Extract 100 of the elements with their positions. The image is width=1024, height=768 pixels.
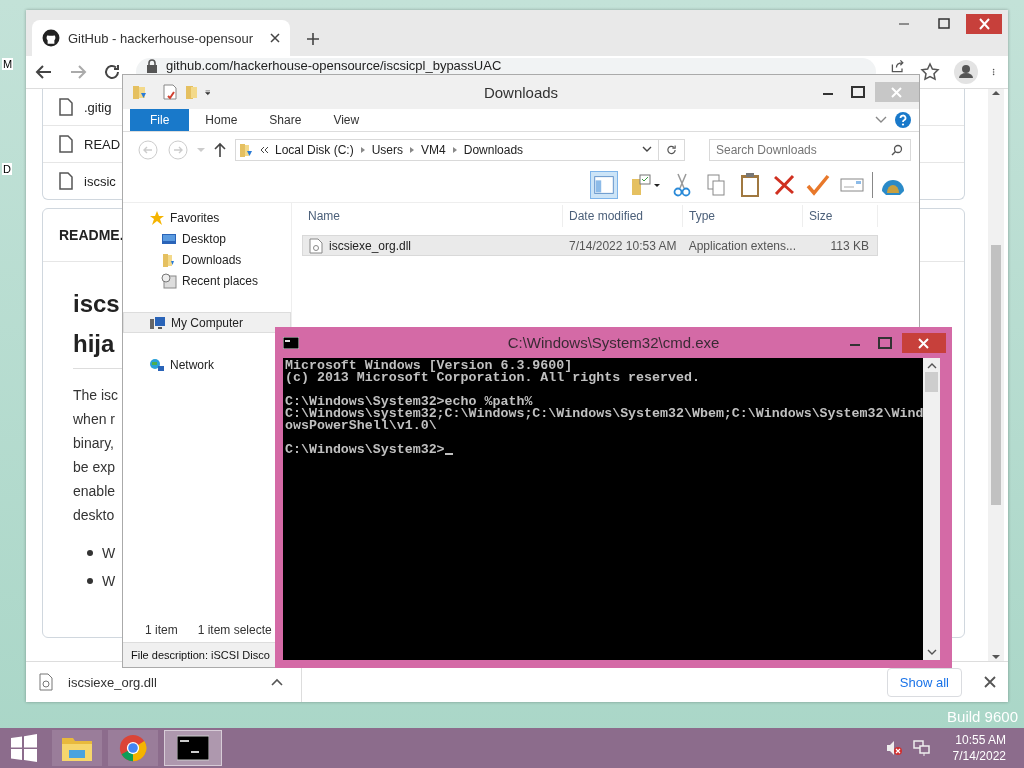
overflow-icon[interactable] — [260, 146, 269, 154]
column-header[interactable]: Size — [803, 205, 878, 227]
console-line: C:\Windows\System32>echo %path% — [285, 394, 533, 409]
network-icon — [149, 356, 165, 373]
search-field[interactable]: Search Downloads — [709, 139, 911, 161]
breadcrumb-item[interactable]: Downloads — [463, 143, 524, 157]
scroll-thumb[interactable] — [925, 372, 938, 392]
search-icon — [891, 144, 903, 156]
start-icon[interactable] — [10, 734, 38, 762]
recent-places-icon — [161, 272, 177, 289]
browser-tab[interactable]: GitHub - hackerhouse-opensour — [32, 20, 290, 56]
caret-icon[interactable] — [270, 678, 283, 686]
ribbon-tab[interactable]: Home — [189, 109, 254, 131]
list-item-text: W — [102, 572, 116, 591]
breadcrumb-arrow-icon[interactable] — [409, 147, 416, 153]
clock[interactable]: 10:55 AM 7/14/2022 — [952, 732, 1006, 764]
scroll-up-icon[interactable] — [926, 362, 937, 370]
column-header[interactable]: Type — [683, 205, 803, 227]
file-name[interactable]: iscsic — [84, 173, 116, 189]
scroll-thumb[interactable] — [991, 245, 1001, 505]
scrollbar[interactable] — [923, 358, 940, 660]
lock-icon — [146, 59, 158, 73]
chevron-icon[interactable] — [875, 116, 887, 124]
breadcrumb-item[interactable]: Users — [371, 143, 404, 157]
console-line: C:\Windows\System32> — [285, 442, 445, 457]
profile-icon[interactable] — [954, 60, 978, 84]
download-file-name[interactable]: iscsiexe_org.dll — [68, 674, 157, 690]
breadcrumb-item[interactable]: Local Disk (C:) — [275, 143, 354, 157]
console-icon — [283, 336, 299, 349]
properties-icon[interactable] — [161, 83, 179, 101]
help-icon[interactable] — [895, 112, 911, 128]
show-all-button[interactable]: Show all — [886, 667, 962, 697]
paragraph-line: deskto — [73, 506, 115, 525]
up-arrow-icon[interactable] — [213, 142, 227, 158]
taskbar-button[interactable] — [164, 730, 222, 766]
cursor-icon — [444, 453, 453, 455]
bullet-icon — [87, 578, 93, 584]
nav-item[interactable]: Network — [123, 354, 214, 375]
folder-icon[interactable] — [131, 83, 149, 101]
scroll-down-icon[interactable] — [992, 653, 1000, 661]
file-icon — [59, 98, 73, 116]
folder-icon — [161, 251, 177, 268]
close-icon[interactable] — [902, 332, 946, 353]
table-cell: 113 KB — [830, 238, 869, 253]
nav-item[interactable]: Favorites — [123, 207, 220, 228]
desktop-icon-label: M — [2, 58, 14, 70]
address-field[interactable]: Local Disk (C:) Users VM4 Downloads — [235, 139, 659, 161]
paragraph-line: The isc — [73, 386, 119, 405]
status-text: 1 item selecte — [197, 623, 272, 637]
new-tab-icon[interactable] — [306, 32, 320, 46]
preview-pane-icon[interactable] — [590, 171, 618, 199]
star-icon[interactable] — [920, 62, 940, 82]
refresh-icon[interactable] — [659, 139, 685, 161]
nav-item[interactable]: Desktop — [123, 228, 227, 249]
file-icon — [38, 673, 54, 691]
file-name[interactable]: READ — [84, 136, 121, 152]
folder-icon — [238, 142, 254, 158]
star-icon — [149, 209, 165, 226]
close-icon[interactable] — [984, 676, 996, 688]
chrome-icon — [117, 734, 149, 762]
breadcrumb-arrow-icon[interactable] — [359, 147, 366, 153]
paragraph-line: when r — [73, 410, 116, 429]
github-icon — [42, 29, 60, 47]
scroll-up-icon[interactable] — [992, 89, 1000, 97]
network-icon[interactable] — [912, 739, 931, 757]
close-icon[interactable] — [270, 33, 280, 43]
nav-item[interactable]: Downloads — [123, 249, 242, 270]
breadcrumb-item[interactable]: VM4 — [421, 143, 446, 157]
nav-item[interactable]: Recent places — [123, 270, 259, 291]
table-cell: Application extens... — [688, 238, 797, 253]
file-name[interactable]: .gitig — [84, 99, 112, 115]
speaker-muted-icon[interactable] — [884, 739, 903, 757]
breadcrumb-arrow-icon[interactable] — [451, 147, 458, 153]
scrollbar[interactable] — [988, 89, 1004, 661]
paragraph-line: binary, — [73, 434, 114, 453]
console-area[interactable] — [283, 358, 923, 660]
table-cell: iscsiexe_org.dll — [329, 238, 412, 253]
bullet-icon — [87, 550, 93, 556]
dll-file-icon — [309, 237, 323, 254]
column-header[interactable]: Date modified — [563, 205, 683, 227]
ribbon-tab[interactable]: Share — [253, 109, 318, 131]
table-cell: 7/14/2022 10:53 AM — [569, 238, 677, 253]
computer-icon — [150, 314, 166, 331]
file-row[interactable]: iscsiexe_org.dll 7/14/2022 10:53 AM Application extens... 113 KB — [302, 235, 878, 256]
close-icon[interactable] — [966, 14, 1002, 34]
scroll-down-icon[interactable] — [926, 648, 937, 656]
reload-icon[interactable] — [102, 62, 122, 82]
paragraph-line: enable — [73, 482, 116, 501]
share-icon[interactable] — [890, 58, 906, 74]
paragraph-line: be exp — [73, 458, 116, 477]
column-header[interactable]: Name — [302, 205, 563, 227]
url-text: github.com/hackerhouse-opensource/iscsicpl_bypassUAC — [166, 59, 502, 73]
nav-item[interactable]: My Computer — [123, 312, 291, 333]
ribbon-tab[interactable]: View — [317, 109, 376, 131]
dropdown-icon[interactable] — [642, 146, 652, 154]
file-description: File description: iSCSI Disco — [131, 649, 270, 661]
list-item-text: W — [102, 544, 116, 563]
ribbon-tab[interactable]: File — [130, 109, 190, 131]
desktop-icon-label: D — [2, 163, 12, 175]
status-text: 1 item — [145, 623, 178, 637]
